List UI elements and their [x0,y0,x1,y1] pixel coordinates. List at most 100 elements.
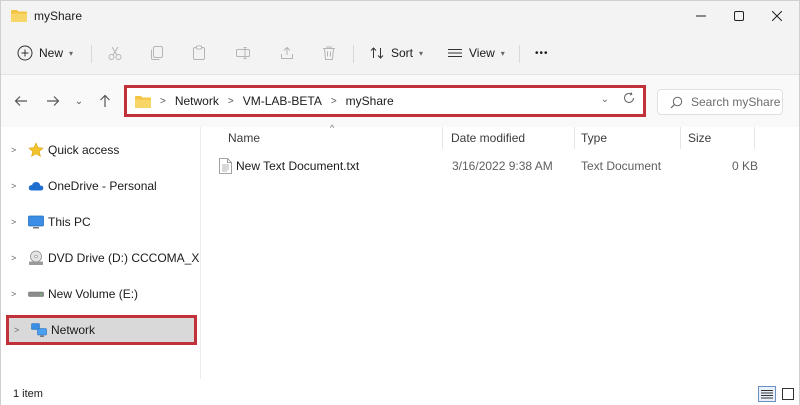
forward-button[interactable] [43,91,63,111]
sidebar-item-new-volume[interactable]: > New Volume (E:) [1,276,201,312]
file-explorer-window: myShare New ▾ Sort ▾ View ▾ ••• ⌄ > Netw… [0,0,800,405]
file-type: Text Document [581,159,662,173]
cloud-icon [28,181,44,191]
column-header-name[interactable]: Name [228,127,260,149]
chevron-down-icon: ▾ [500,48,505,58]
file-date-modified: 3/16/2022 9:38 AM [452,159,553,173]
close-button[interactable] [757,1,797,31]
toolbar-divider [353,45,354,63]
address-bar[interactable]: > Network > VM-LAB-BETA > myShare ⌄ [124,85,646,117]
window-title: myShare [34,9,83,23]
arrow-up-icon [100,94,110,107]
minimize-icon [696,15,706,17]
breadcrumb-vm-lab-beta[interactable]: VM-LAB-BETA [243,94,322,108]
trash-icon [323,46,335,60]
details-view-button[interactable] [758,386,776,402]
chevron-right-icon: > [227,95,234,107]
folder-icon [135,95,151,108]
navigation-pane: > Quick access > OneDrive - Personal > T… [1,127,201,379]
tiles-view-button[interactable] [779,386,797,402]
view-button[interactable]: View ▾ [447,41,505,65]
search-icon [670,96,683,108]
rename-icon [236,47,250,59]
column-divider[interactable] [442,127,443,149]
sidebar-item-network[interactable]: > Network [6,315,197,345]
up-button[interactable] [95,91,115,111]
sidebar-item-dvd-drive[interactable]: > DVD Drive (D:) CCCOMA_X64FRE_EN-US_DV9 [1,240,201,276]
breadcrumb-network[interactable]: Network [175,94,219,108]
file-list: ^ Name Date modified Type Size New Text … [202,123,799,379]
recent-locations-button[interactable]: ⌄ [69,91,89,111]
back-button[interactable] [11,91,31,111]
share-icon [281,46,293,59]
breadcrumb-myshare[interactable]: myShare [346,94,394,108]
refresh-icon[interactable] [623,92,635,107]
chevron-right-icon[interactable]: > [11,181,16,191]
chevron-down-icon: ⌄ [74,95,84,107]
search-box[interactable] [657,89,783,115]
minimize-button[interactable] [681,1,721,31]
chevron-right-icon[interactable]: > [14,325,19,335]
arrow-right-icon [47,96,60,106]
more-options-button[interactable]: ••• [535,41,549,65]
more-icon: ••• [535,47,549,59]
clipboard-icon [193,45,205,60]
file-size: 0 KB [732,159,759,173]
copy-icon [151,46,163,60]
network-icon [31,323,47,337]
table-row[interactable]: New Text Document.txt 3/16/2022 9:38 AM … [214,155,794,177]
column-divider[interactable] [574,127,575,149]
chevron-right-icon: > [330,95,337,107]
chevron-right-icon[interactable]: > [11,217,16,227]
close-icon [772,11,782,21]
command-bar: New ▾ Sort ▾ View ▾ ••• [1,31,799,75]
chevron-down-icon: ▾ [69,48,74,58]
cut-button[interactable] [107,41,123,65]
sidebar-item-onedrive[interactable]: > OneDrive - Personal [1,168,201,204]
paste-button[interactable] [191,41,207,65]
star-icon [28,142,44,157]
chevron-right-icon[interactable]: > [11,253,16,263]
search-input[interactable] [691,95,781,109]
plus-circle-icon [17,45,33,61]
sort-ascending-icon: ^ [330,123,335,133]
dvd-drive-icon [29,250,43,265]
column-divider[interactable] [754,127,755,149]
column-divider[interactable] [680,127,681,149]
delete-button[interactable] [321,41,337,65]
chevron-right-icon[interactable]: > [11,289,16,299]
status-bar: 1 item [1,381,799,405]
new-button[interactable]: New ▾ [17,41,73,65]
chevron-right-icon[interactable]: > [11,145,16,155]
sort-button[interactable]: Sort ▾ [369,41,423,65]
toolbar-divider [91,45,92,63]
tiles-view-icon [782,388,794,400]
title-bar: myShare [1,1,799,31]
maximize-button[interactable] [719,1,759,31]
chevron-right-icon: > [160,95,166,107]
maximize-icon [734,11,744,21]
column-header-type[interactable]: Type [581,127,607,149]
navigation-bar: ⌄ > Network > VM-LAB-BETA > myShare ⌄ [1,75,799,127]
file-name: New Text Document.txt [236,159,360,173]
sidebar-item-this-pc[interactable]: > This PC [1,204,201,240]
item-count: 1 item [13,388,43,400]
address-history-dropdown[interactable]: ⌄ [601,94,609,105]
toolbar-divider [519,45,520,63]
column-header-date-modified[interactable]: Date modified [451,127,525,149]
sidebar-item-quick-access[interactable]: > Quick access [1,132,201,168]
view-list-icon [448,49,462,57]
text-file-icon [219,158,232,174]
folder-icon [11,10,27,22]
chevron-down-icon: ▾ [419,48,424,58]
share-button[interactable] [279,41,295,65]
sort-icon [370,47,384,59]
arrow-left-icon [14,96,27,106]
scissors-icon [108,46,122,60]
drive-icon [28,291,44,297]
rename-button[interactable] [235,41,251,65]
copy-button[interactable] [149,41,165,65]
column-header-size[interactable]: Size [688,127,711,149]
monitor-icon [28,215,44,229]
details-view-icon [761,390,773,399]
